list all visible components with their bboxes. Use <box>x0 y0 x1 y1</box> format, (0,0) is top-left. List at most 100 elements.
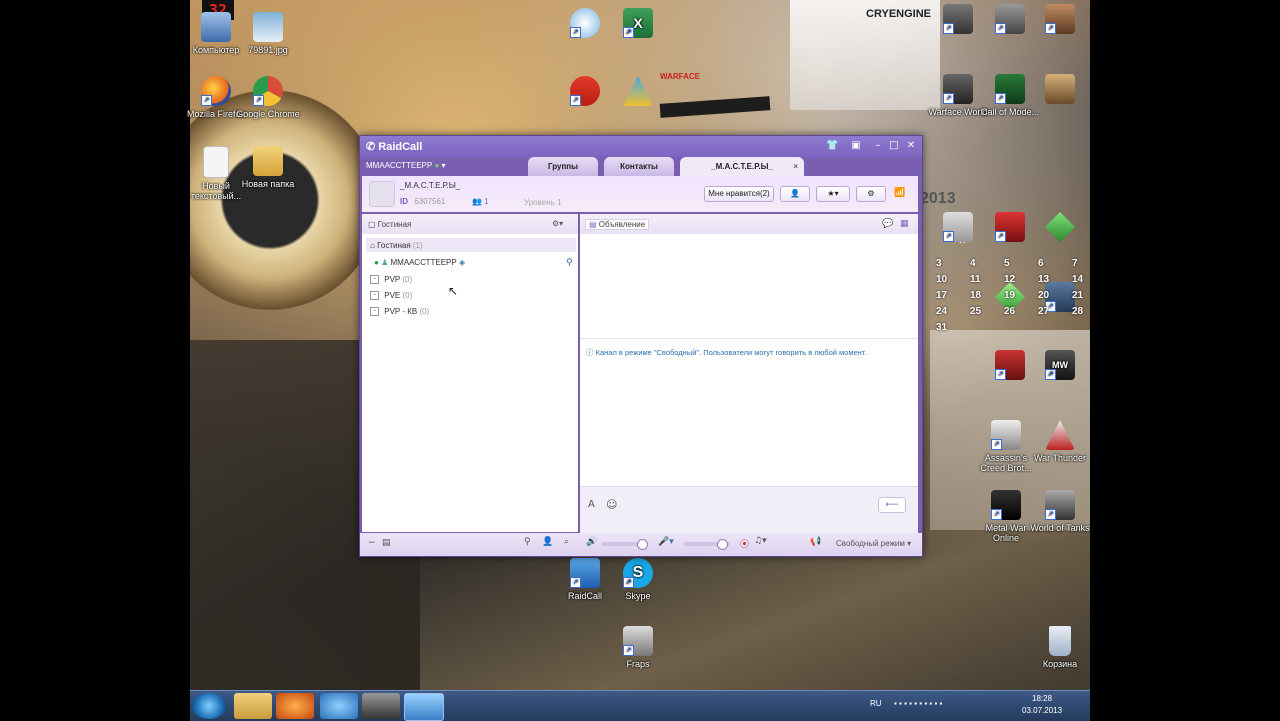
tab-label: _М.А.С.Т.Е.Р.Ы_ <box>711 162 773 171</box>
tab-groups[interactable]: Группы <box>528 157 598 176</box>
speaker-icon[interactable]: 🔊 <box>586 537 597 547</box>
font-format-icon[interactable]: A <box>588 499 595 510</box>
channel-lobby[interactable]: ⌂ Гостиная (1) <box>370 241 423 250</box>
room-icon: ▢ <box>368 220 376 229</box>
warface-logo: WARFACE <box>660 72 700 81</box>
maximize-button[interactable]: □ <box>888 140 900 152</box>
taskbar-download-master[interactable] <box>320 693 358 719</box>
search-icon[interactable]: ⌕ <box>564 537 569 547</box>
group-settings-button[interactable]: ⚙ <box>856 186 886 202</box>
calendar-day: 13 <box>1038 274 1050 285</box>
calendar-day: 7 <box>1072 258 1078 269</box>
channel-user-row[interactable]: ● ♟ ММААССТТЕЕРР ◈ <box>374 258 465 267</box>
taskbar-firefox[interactable] <box>276 693 314 719</box>
folder-icon <box>253 146 283 176</box>
megaphone-icon: 📢 <box>810 537 822 547</box>
calendar-day: 6 <box>1038 258 1044 269</box>
channel-name: Гостиная <box>377 241 411 250</box>
collapse-panel-icon[interactable]: − <box>368 538 376 548</box>
desktop-icon-sims[interactable] <box>1028 212 1092 245</box>
emoji-icon[interactable]: ☺ <box>606 498 617 511</box>
volume-slider[interactable] <box>602 539 649 550</box>
desktop-icon-chrome[interactable]: ↗ Google Chrome <box>236 76 300 119</box>
send-button[interactable]: ⟵ <box>878 497 906 513</box>
microphone-icon[interactable]: 🎤▾ <box>658 537 674 547</box>
language-indicator[interactable]: RU <box>870 699 882 708</box>
channel-count: (0) <box>402 275 413 284</box>
user-icon[interactable]: 👤 <box>542 537 553 547</box>
desktop-icon-game-3[interactable]: ↗ <box>1028 4 1092 37</box>
calendar-icon[interactable]: ▦ <box>900 219 909 229</box>
calendar-day: 17 <box>936 290 948 301</box>
desktop-icon-folder[interactable]: Новая папка <box>236 146 300 189</box>
taskbar-explorer[interactable] <box>234 693 272 719</box>
desktop-icon-label: 79891.jpg <box>248 45 288 55</box>
download-icon: ↗ <box>570 8 600 38</box>
chat-icon[interactable]: 💬 <box>882 219 893 229</box>
collapse-icon[interactable]: − <box>370 307 379 317</box>
tab-contacts[interactable]: Контакты <box>604 157 674 176</box>
record-icon[interactable]: ⦿ <box>740 537 749 550</box>
mode-selector[interactable]: Свободный режим ▾ <box>836 539 911 548</box>
add-member-button[interactable]: 👤 <box>780 186 810 202</box>
desktop-icon-mw[interactable]: MW ↗ <box>1028 350 1092 383</box>
announcement-icon: ▤ <box>589 220 597 229</box>
start-button[interactable] <box>192 693 226 719</box>
channel-pvp-kb[interactable]: − PVP - КВ (0) <box>370 307 429 317</box>
calendar-day: 24 <box>936 306 948 317</box>
clock-time[interactable]: 18:28 <box>1032 694 1052 703</box>
speaker-status-icon: ● <box>374 258 379 267</box>
mini-mode-icon[interactable]: ▣ <box>850 140 862 152</box>
close-button[interactable]: ✕ <box>905 140 917 152</box>
collapse-icon[interactable]: − <box>370 275 379 285</box>
tray-icons[interactable]: ▪ ▪ ▪ ▪ ▪ ▪ ▪ ▪ ▪ ▪ <box>894 699 942 708</box>
music-icon[interactable]: ♫▾ <box>754 536 767 546</box>
firefox-icon: ↗ <box>201 76 231 106</box>
panel-toggle-icon[interactable]: ▤ <box>382 538 391 548</box>
channel-pvp[interactable]: − PVP (0) <box>370 275 413 285</box>
group-avatar[interactable] <box>369 181 395 207</box>
desktop-icon-skype[interactable]: S ↗ Skype <box>606 558 670 601</box>
desktop-icon-image[interactable]: 79891.jpg <box>236 12 300 55</box>
channel-panel-title: ▢ Гостиная <box>368 220 411 229</box>
desktop-icon-label: Skype <box>625 591 651 601</box>
skin-icon[interactable]: 👕 <box>826 140 838 152</box>
minimize-button[interactable]: – <box>872 140 884 152</box>
desktop-icon-war-thunder[interactable]: War Thunder <box>1028 420 1092 463</box>
mic-slider-knob[interactable] <box>716 539 728 550</box>
desktop-icon-fraps[interactable]: ↗ Fraps <box>606 626 670 669</box>
taskbar-raidcall[interactable] <box>404 693 444 721</box>
mwo-icon: ↗ <box>991 490 1021 520</box>
desktop-icon-game-4[interactable] <box>1028 74 1092 107</box>
desktop-icon-label: World of Tanks <box>1030 523 1090 533</box>
desktop-icon-label: RaidCall <box>567 591 602 601</box>
user-status[interactable]: ММААССТТЕЕРР ● ▾ <box>366 161 446 170</box>
location-pin-icon[interactable]: ⚲ <box>566 258 573 268</box>
game-icon: ↗ <box>995 4 1025 34</box>
tab-group-masters[interactable]: _М.А.С.Т.Е.Р.Ы_ × <box>680 157 804 176</box>
desktop-icon-label: Корзина <box>1042 659 1078 669</box>
location-icon[interactable]: ⚲ <box>524 537 531 547</box>
volume-slider-knob[interactable] <box>637 539 649 550</box>
desktop-icon-label: Call of Mode... <box>980 107 1040 117</box>
desktop-icon-excel[interactable]: X ↗ <box>606 8 670 41</box>
favorite-button[interactable]: ★▾ <box>816 186 850 202</box>
announcement-tab[interactable]: ▤ Объявление <box>585 219 650 230</box>
clock-date[interactable]: 03.07.2013 <box>1022 706 1062 715</box>
message-input[interactable] <box>624 493 868 515</box>
game-icon: ↗ <box>943 212 973 242</box>
like-button[interactable]: Мне нравится(2) <box>704 186 774 202</box>
mic-slider[interactable] <box>684 539 730 550</box>
channel-pve[interactable]: − PVE (0) <box>370 291 412 301</box>
channel-menu-icon[interactable]: ⚙▾ <box>552 219 563 228</box>
title-bar[interactable]: ✆ RaidCall 👕 ▣ – □ ✕ <box>360 136 922 158</box>
chat-panel: ▤ Объявление 💬 ▦ ⓘ Канал в режиме "Свобо… <box>580 214 918 533</box>
calendar-day: 4 <box>970 258 976 269</box>
desktop-icon-world-of-tanks[interactable]: ↗ World of Tanks <box>1028 490 1092 533</box>
member-count-value: 1 <box>484 197 489 206</box>
taskbar-fraps[interactable] <box>362 693 400 719</box>
collapse-icon[interactable]: − <box>370 291 379 301</box>
close-tab-icon[interactable]: × <box>793 157 798 176</box>
calendar-day: 26 <box>1004 306 1016 317</box>
desktop-icon-recycle-bin[interactable]: Корзина <box>1028 626 1092 669</box>
